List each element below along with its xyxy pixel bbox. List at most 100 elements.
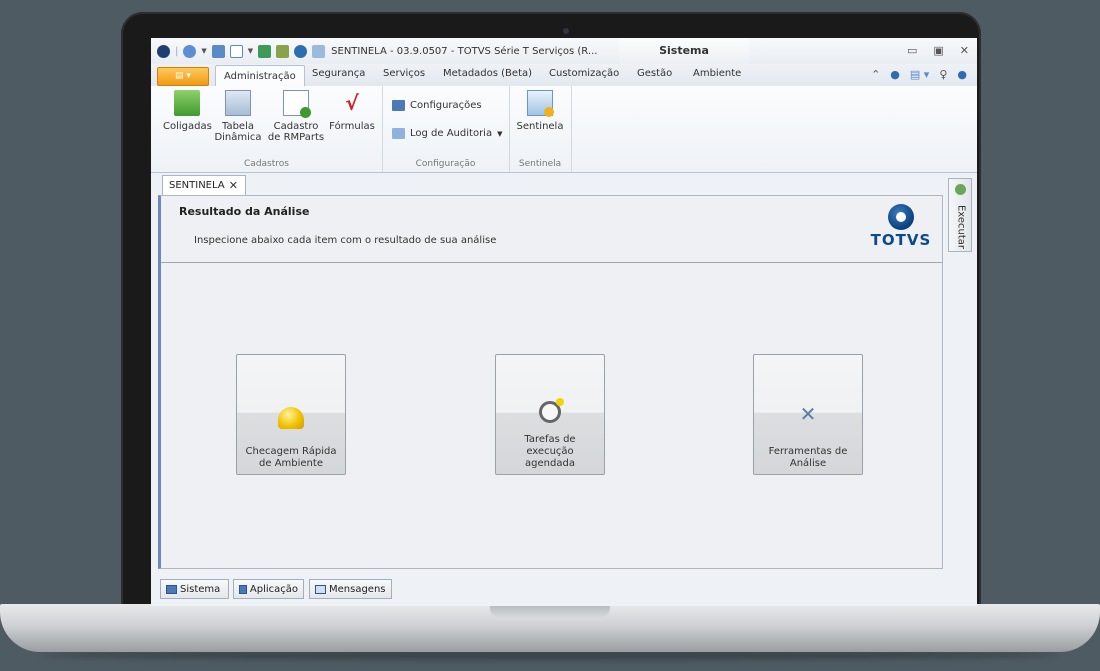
formulas-button[interactable]: √ Fórmulas: [327, 90, 377, 132]
tile-ferramentas-analise[interactable]: ✕ Ferramentas de Análise: [753, 354, 863, 475]
status-mensagens-button[interactable]: Mensagens: [309, 579, 392, 599]
tab-servicos[interactable]: Serviços: [383, 68, 425, 79]
tab-customizacao[interactable]: Customização: [549, 68, 619, 79]
lightbulb-icon[interactable]: ♀: [939, 68, 947, 81]
messages-icon: [315, 584, 326, 594]
tile-tarefas-agendada[interactable]: Tarefas de execução agendada: [495, 354, 605, 475]
cadastro-rmparts-button[interactable]: Cadastro de RMParts: [265, 90, 327, 143]
globe-icon[interactable]: ●: [890, 68, 900, 81]
ribbon-tab-bar: ▤ ▾ Administração Segurança Serviços Met…: [151, 64, 977, 87]
globe-icon[interactable]: [183, 44, 197, 58]
cadastro-label-1: Cadastro: [273, 121, 319, 132]
configuracoes-button[interactable]: Configurações: [392, 100, 482, 111]
tile-checagem-rapida[interactable]: Checagem Rápida de Ambiente: [236, 354, 346, 475]
totvs-orb-icon: [888, 204, 914, 230]
panel-header: Resultado da Análise Inspecione abaixo c…: [161, 196, 942, 263]
tile-tarefas-label: Tarefas de execução agendada: [500, 434, 600, 470]
group-label-sentinela: Sentinela: [518, 159, 562, 169]
totvs-logo-text: TOTVS: [870, 231, 932, 249]
new-window-icon[interactable]: [229, 44, 243, 58]
cadastro-label-2: de RMParts: [267, 132, 325, 143]
tile-checagem-line1: Checagem Rápida: [245, 446, 337, 457]
close-icon[interactable]: ✕: [960, 44, 969, 57]
tile-ferramentas-line1: Ferramentas de: [768, 446, 848, 457]
building-icon: [174, 90, 200, 116]
quick-access-toolbar: | ▼ ▼: [151, 44, 326, 58]
coligadas-button[interactable]: Coligadas: [163, 90, 212, 132]
log-icon: [392, 128, 405, 139]
log-auditoria-label: Log de Auditoria: [410, 128, 493, 139]
tab-gestao[interactable]: Gestão: [637, 68, 672, 79]
window-add-icon: [283, 90, 311, 118]
window-icon[interactable]: [211, 44, 225, 58]
collapse-ribbon-icon[interactable]: ⌃: [871, 68, 880, 81]
document-tab-bar: SENTINELA ✕: [151, 173, 977, 195]
tile-tarefas-line1: Tarefas de: [524, 434, 576, 445]
layout-icon[interactable]: ▤ ▾: [910, 68, 929, 81]
page-subtitle: Inspecione abaixo cada item com o result…: [194, 235, 497, 246]
maximize-icon[interactable]: ▣: [933, 44, 943, 57]
status-sistema-button[interactable]: Sistema: [160, 579, 229, 599]
chevron-down-icon[interactable]: ▼: [201, 47, 206, 55]
badge-icon: [544, 107, 554, 117]
document-icon[interactable]: [312, 44, 326, 58]
sentinela-button[interactable]: Sentinela: [515, 90, 565, 132]
app-window: | ▼ ▼ SENTINELA - 03.9.0507 - TOTVS Séri…: [151, 38, 977, 606]
monitor-icon: [166, 584, 177, 594]
tab-seguranca[interactable]: Segurança: [312, 68, 365, 79]
status-sistema-label: Sistema: [180, 583, 221, 595]
separator: |: [175, 45, 179, 57]
plus-badge-icon: [300, 107, 311, 118]
executar-side-panel[interactable]: Executar: [948, 178, 972, 252]
tools-icon: ✕: [799, 402, 817, 426]
status-aplicacao-button[interactable]: Aplicação: [233, 579, 304, 599]
status-aplicacao-label: Aplicação: [249, 583, 298, 595]
laptop-notch: [490, 604, 610, 618]
tab-administracao[interactable]: Administração: [215, 65, 305, 87]
status-mensagens-label: Mensagens: [329, 583, 386, 595]
help-icon[interactable]: ●: [957, 68, 967, 81]
hard-hat-icon: [278, 407, 304, 429]
tile-checagem-line2: de Ambiente: [259, 458, 323, 469]
group-sentinela: Sentinela Sentinela: [509, 86, 572, 172]
group-configuracao: Configurações Log de Auditoria ▼ Configu…: [382, 86, 510, 172]
refresh-icon[interactable]: [258, 44, 272, 58]
camera: [563, 28, 569, 34]
formula-icon: √: [345, 91, 359, 115]
star-badge-icon: [556, 398, 564, 406]
monitor-icon: [392, 100, 405, 111]
tab-sentinela-label: SENTINELA: [169, 180, 225, 191]
executar-label: Executar: [955, 204, 967, 250]
tool-icon[interactable]: [276, 44, 290, 58]
context-tab-sistema[interactable]: Sistema: [619, 38, 749, 64]
tile-tarefas-line3: agendada: [525, 458, 575, 469]
log-auditoria-button[interactable]: Log de Auditoria ▼: [392, 128, 502, 139]
ribbon-right-tools: ⌃ ● ▤ ▾ ♀ ●: [871, 68, 967, 81]
tab-metadados[interactable]: Metadados (Beta): [443, 68, 532, 79]
tab-ambiente[interactable]: Ambiente: [693, 68, 741, 79]
title-bar: | ▼ ▼ SENTINELA - 03.9.0507 - TOTVS Séri…: [151, 38, 977, 64]
configuracoes-label: Configurações: [410, 100, 482, 111]
tile-tarefas-line2: execução: [526, 446, 574, 457]
chevron-down-icon: ▼: [497, 129, 503, 138]
group-label-configuracao: Configuração: [415, 159, 476, 169]
help-globe-icon[interactable]: [294, 44, 308, 58]
sentinela-icon: [527, 90, 554, 117]
file-menu-button[interactable]: ▤ ▾: [157, 67, 209, 86]
close-tab-icon[interactable]: ✕: [229, 176, 238, 196]
page-title: Resultado da Análise: [179, 205, 310, 218]
chevron-down-icon[interactable]: ▼: [248, 47, 253, 55]
tabela-label-2: Dinâmica: [214, 132, 262, 143]
tabela-label-1: Tabela: [222, 121, 254, 132]
sentinela-label: Sentinela: [516, 121, 564, 132]
monitor-icon: [239, 584, 247, 594]
window-title: SENTINELA - 03.9.0507 - TOTVS Série T Se…: [331, 45, 598, 57]
tab-sentinela[interactable]: SENTINELA ✕: [162, 175, 246, 195]
app-orb-icon[interactable]: [157, 44, 170, 58]
minimize-icon[interactable]: ▭: [907, 44, 917, 57]
ribbon: Coligadas Tabela Dinâmica Cadastro de RM…: [151, 86, 977, 173]
group-cadastros: Coligadas Tabela Dinâmica Cadastro de RM…: [151, 86, 383, 172]
tile-checagem-label: Checagem Rápida de Ambiente: [241, 446, 341, 470]
totvs-logo: TOTVS: [869, 204, 933, 249]
tabela-dinamica-button[interactable]: Tabela Dinâmica: [213, 90, 263, 143]
